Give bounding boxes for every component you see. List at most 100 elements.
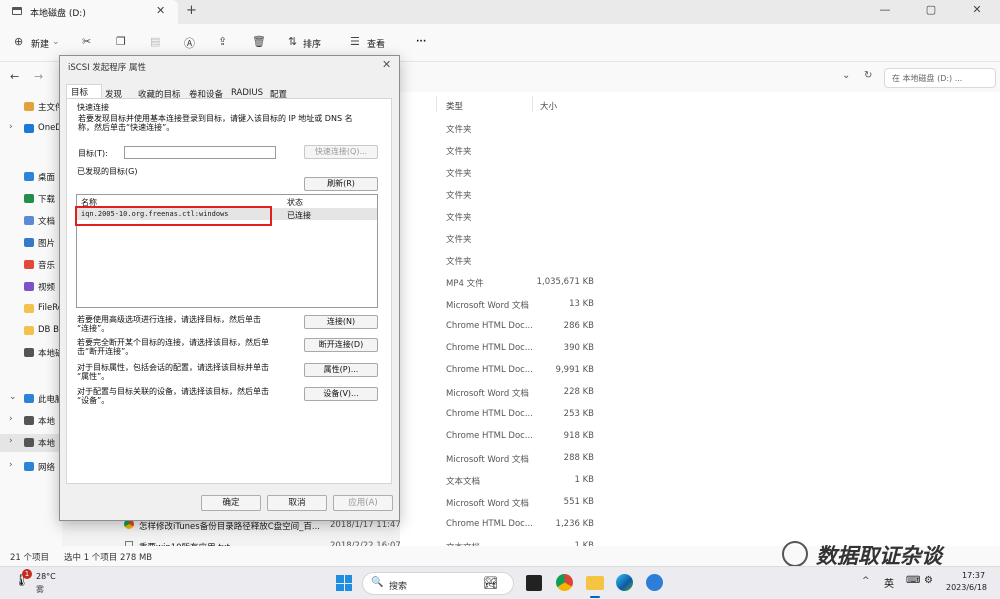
file-name[interactable]: 怎样修改iTunes备份目录路径释放C盘空间_百... [139,520,320,532]
file-explorer-icon[interactable] [586,576,604,590]
tab-local-disk-d[interactable]: 本地磁盘 (D:) ✕ [0,0,178,24]
file-size: 551 KB [563,497,594,507]
globe-app-icon[interactable] [646,574,663,591]
tray-overflow-icon[interactable]: ^ [862,576,870,586]
tab-title: 本地磁盘 (D:) [30,9,86,19]
clock-time[interactable]: 17:37 [962,571,985,580]
maximize-button[interactable]: ▢ [908,3,954,16]
taskbar: 🌡 1 28°C 雾 🔍 搜索 🏞 ^ 英 ⌨ ⚙ 17:37 2023/6/1… [0,566,1000,599]
search-placeholder: 在 本地磁盘 (D:) ... [892,74,963,83]
file-date: 2018/1/17 11:47 [330,520,401,530]
devices-button[interactable]: 设备(V)... [304,387,378,401]
chevron-down-icon[interactable]: ⌄ [842,70,850,81]
start-button[interactable] [336,575,352,591]
taskbar-search-label: 搜索 [389,582,408,592]
file-size: 253 KB [563,409,594,419]
settings-icon[interactable]: ⚙ [924,575,933,586]
apply-button[interactable]: 应用(A) [333,495,393,511]
column-divider[interactable] [532,96,533,112]
action-desc: “设备”。 [77,396,110,405]
active-indicator [590,596,600,598]
file-type: Microsoft Word 文档 [446,301,529,311]
file-size: 918 KB [563,431,594,441]
share-icon[interactable]: ⇪ [218,35,227,48]
target-label: 目标(T): [78,149,108,158]
file-type: Microsoft Word 文档 [446,499,529,509]
quick-connect-heading: 快速连接 [77,103,109,112]
copy-icon[interactable]: ❐ [116,35,126,48]
sidebar-item[interactable]: 主文件 [0,98,62,116]
chevron-down-icon[interactable]: ⌄ [52,37,60,47]
view-icon: ☰ [350,35,360,48]
drive-icon [12,7,22,15]
column-header-status[interactable]: 状态 [287,197,303,208]
search-input[interactable]: 在 本地磁盘 (D:) ... [884,68,996,88]
file-type: 文本文档 [446,477,481,487]
wechat-logo-icon [782,541,808,567]
home-icon [24,102,34,111]
file-size: 1,035,671 KB [536,277,594,287]
file-size: 13 KB [569,299,594,309]
quick-connect-desc: 称，然后单击“快速连接”。 [78,123,175,132]
dialog-title: iSCSI 发起程序 属性 [68,63,146,73]
title-bar: 本地磁盘 (D:) ✕ + — ▢ ✕ [0,0,1000,24]
file-type: 文件夹 [446,235,472,245]
target-input[interactable] [124,146,276,159]
target-status: 已连接 [287,211,311,220]
file-size: 1,236 KB [555,519,594,529]
file-size: 390 KB [563,343,594,353]
weather-temp: 28°C [36,572,56,581]
column-header-size[interactable]: 大小 [540,100,557,112]
chrome-icon[interactable] [556,574,573,591]
file-size: 286 KB [563,321,594,331]
new-icon: ⊕ [14,35,24,48]
action-desc: 击“断开连接”。 [77,347,134,356]
rename-icon[interactable]: Ⓐ [184,35,195,51]
keyboard-icon[interactable]: ⌨ [906,575,920,586]
refresh-icon[interactable]: ↻ [864,70,872,81]
minimize-button[interactable]: — [862,3,908,16]
search-icon: 🔍 [371,577,384,588]
properties-button[interactable]: 属性(P)... [304,363,378,377]
back-icon[interactable]: ← [10,70,19,83]
task-view-icon[interactable] [526,575,542,591]
quick-connect-button[interactable]: 快速连接(Q)... [304,145,378,159]
dialog-close-button[interactable]: ✕ [382,58,391,71]
new-button[interactable]: 新建 [31,37,49,50]
search-highlight-icon: 🏞 [483,576,499,590]
more-options-button[interactable]: ··· [416,37,426,47]
cut-icon[interactable]: ✂ [82,35,91,48]
selection-info: 选中 1 个项目 278 MB [64,553,153,563]
cancel-button[interactable]: 取消 [267,495,327,511]
disconnect-button[interactable]: 断开连接(D) [304,338,378,352]
edge-icon[interactable] [616,574,633,591]
file-type: 文件夹 [446,191,472,201]
input-language[interactable]: 英 [884,575,894,590]
close-tab-icon[interactable]: ✕ [156,4,165,17]
column-divider[interactable] [436,96,437,112]
view-button[interactable]: 查看 [367,37,385,50]
forward-icon[interactable]: → [34,70,43,83]
clock-date[interactable]: 2023/6/18 [946,583,987,592]
file-type: 文件夹 [446,169,472,179]
paste-icon[interactable]: ▤ [150,35,160,48]
weather-desc: 雾 [36,585,44,594]
taskbar-search[interactable]: 🔍 搜索 🏞 [362,572,514,595]
file-size: 288 KB [563,453,594,463]
weather-badge: 1 [22,569,32,579]
new-tab-button[interactable]: + [186,3,197,18]
file-type: Microsoft Word 文档 [446,389,529,399]
file-type: 文件夹 [446,125,472,135]
sort-button[interactable]: 排序 [303,37,321,50]
column-header-type[interactable]: 类型 [446,100,463,112]
file-type: 文件夹 [446,213,472,223]
discovered-targets-heading: 已发现的目标(G) [77,167,138,176]
connect-button[interactable]: 连接(N) [304,315,378,329]
delete-icon[interactable]: 🗑 [252,35,266,48]
item-count: 21 个项目 [10,553,50,563]
ok-button[interactable]: 确定 [201,495,261,511]
close-window-button[interactable]: ✕ [954,3,1000,16]
sort-icon: ⇅ [288,35,298,48]
file-type: MP4 文件 [446,279,484,289]
refresh-button[interactable]: 刷新(R) [304,177,378,191]
